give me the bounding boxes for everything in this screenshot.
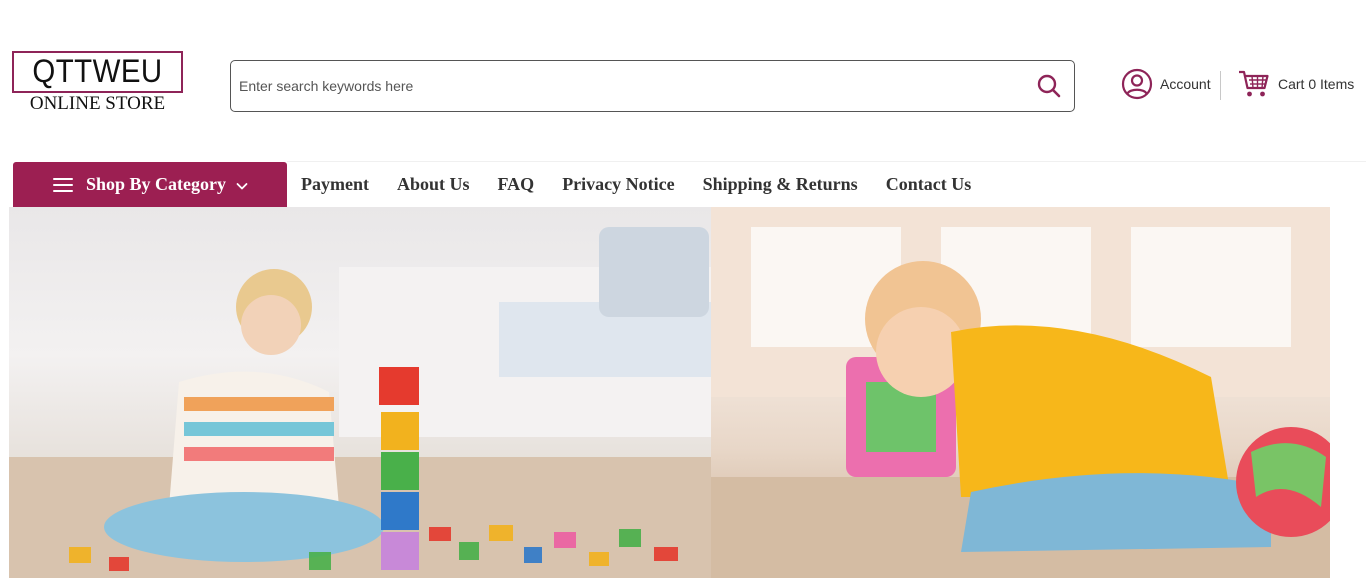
page-edge [1330, 207, 1366, 578]
category-button-label: Shop By Category [86, 174, 227, 194]
nav-link-about-us[interactable]: About Us [397, 174, 470, 195]
search-bar [230, 60, 1075, 112]
nav-link-shipping-returns[interactable]: Shipping & Returns [703, 174, 858, 195]
nav-link-contact-us[interactable]: Contact Us [886, 174, 972, 195]
hero-right-illustration [711, 207, 1330, 578]
account-link[interactable]: Account [1121, 68, 1211, 105]
nav-link-privacy-notice[interactable]: Privacy Notice [562, 174, 674, 195]
main-nav: Payment About Us FAQ Privacy Notice Ship… [287, 162, 985, 207]
hero-banner-left[interactable] [9, 207, 711, 578]
account-label: Account [1160, 76, 1211, 92]
cart-link[interactable]: Cart 0 Items [1238, 70, 1354, 102]
nav-link-faq[interactable]: FAQ [498, 174, 535, 195]
hamburger-icon [53, 177, 73, 192]
cart-icon [1238, 69, 1270, 104]
search-icon[interactable] [1036, 73, 1062, 99]
logo-title: QTTWEU [32, 53, 163, 89]
store-logo[interactable]: QTTWEU ONLINE STORE [12, 51, 183, 114]
user-circle-icon [1121, 68, 1153, 105]
cart-label: Cart 0 Items [1278, 76, 1355, 92]
hero-banner-right[interactable] [711, 207, 1330, 578]
logo-subtitle: ONLINE STORE [29, 93, 166, 114]
chevron-down-icon [236, 179, 248, 191]
nav-link-payment[interactable]: Payment [301, 174, 369, 195]
hero-left-illustration [9, 227, 711, 578]
search-input[interactable] [239, 61, 1019, 111]
header-divider [1220, 71, 1221, 100]
shop-by-category-button[interactable]: Shop By Category [13, 162, 287, 207]
